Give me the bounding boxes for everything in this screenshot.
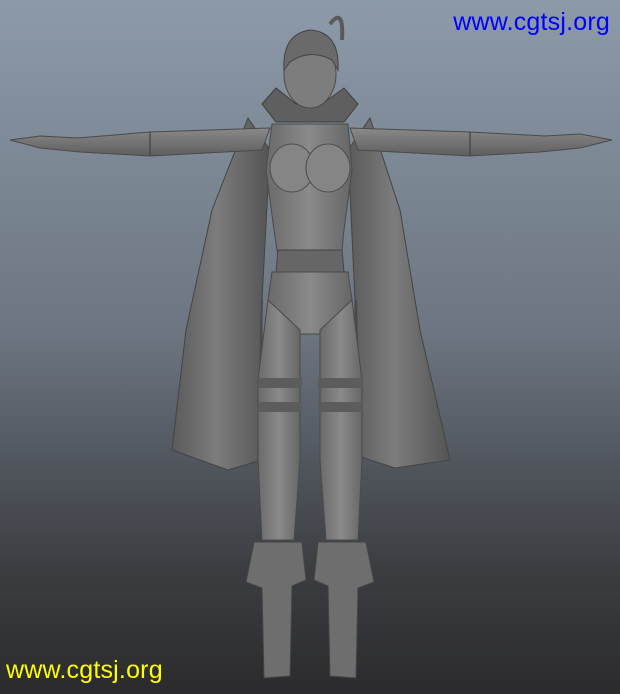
right-arm: [349, 127, 613, 157]
right-leg: [319, 298, 363, 541]
torso: [265, 123, 353, 271]
cape: [171, 116, 271, 471]
right-boot: [313, 541, 375, 679]
watermark-top-right: www.cgtsj.org: [453, 8, 610, 36]
watermark-bottom-left: www.cgtsj.org: [6, 656, 163, 684]
3d-viewport[interactable]: www.cgtsj.org www.cgtsj.org: [0, 0, 620, 694]
left-arm: [9, 127, 271, 157]
left-leg: [257, 298, 301, 541]
cape: [347, 116, 451, 469]
left-boot: [245, 541, 307, 679]
character-model: [9, 15, 613, 679]
